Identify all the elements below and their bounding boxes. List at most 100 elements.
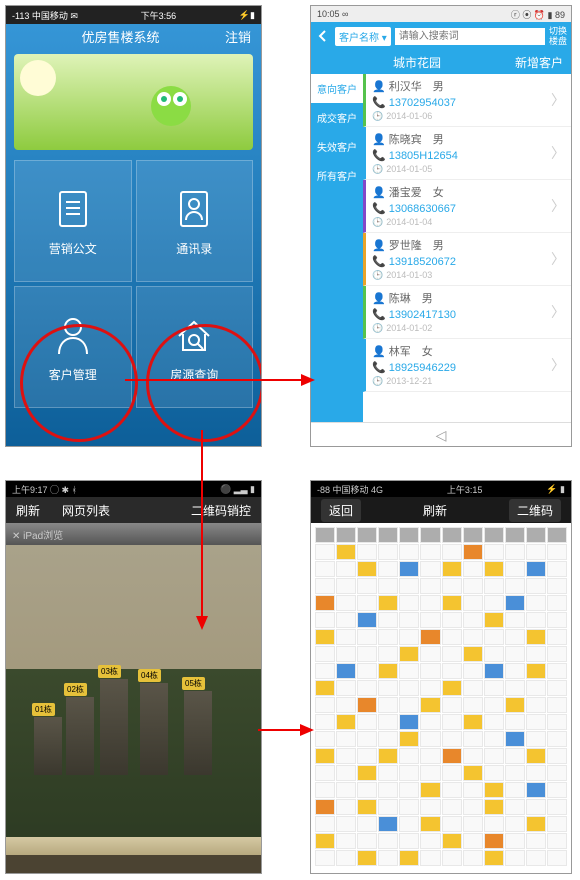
unit-cell[interactable] <box>357 578 377 594</box>
unit-cell[interactable] <box>463 697 483 713</box>
unit-cell[interactable] <box>336 799 356 815</box>
unit-cell[interactable] <box>442 578 462 594</box>
unit-cell[interactable] <box>420 697 440 713</box>
unit-cell[interactable] <box>357 697 377 713</box>
unit-cell[interactable] <box>378 578 398 594</box>
unit-cell[interactable] <box>526 850 546 866</box>
unit-cell[interactable] <box>526 663 546 679</box>
unit-cell[interactable] <box>442 765 462 781</box>
unit-cell[interactable] <box>463 816 483 832</box>
unit-cell[interactable] <box>336 850 356 866</box>
unit-cell[interactable] <box>505 578 525 594</box>
unit-cell[interactable] <box>420 765 440 781</box>
unit-cell[interactable] <box>378 748 398 764</box>
unit-cell[interactable] <box>526 629 546 645</box>
filter-selector[interactable]: 客户名称 ▾ <box>335 27 391 46</box>
unit-cell[interactable] <box>378 833 398 849</box>
unit-cell[interactable] <box>336 612 356 628</box>
unit-cell[interactable] <box>378 595 398 611</box>
unit-cell[interactable] <box>463 833 483 849</box>
unit-cell[interactable] <box>547 646 567 662</box>
tab-invalid[interactable]: 失效客户 <box>311 132 363 161</box>
unit-cell[interactable] <box>357 595 377 611</box>
logout-button[interactable]: 注销 <box>225 27 251 46</box>
unit-cell[interactable] <box>357 714 377 730</box>
unit-cell[interactable] <box>336 782 356 798</box>
unit-cell[interactable] <box>336 578 356 594</box>
unit-cell[interactable] <box>526 782 546 798</box>
unit-cell[interactable] <box>484 697 504 713</box>
unit-cell[interactable] <box>484 731 504 747</box>
unit-cell[interactable] <box>378 561 398 577</box>
unit-cell[interactable] <box>378 714 398 730</box>
unit-cell[interactable] <box>484 714 504 730</box>
weblist-button[interactable]: 网页列表 <box>62 502 110 519</box>
unit-cell[interactable] <box>463 799 483 815</box>
unit-cell[interactable] <box>484 765 504 781</box>
unit-cell[interactable] <box>463 748 483 764</box>
building[interactable]: 02栋 <box>66 697 94 775</box>
unit-cell[interactable] <box>420 527 440 543</box>
unit-cell[interactable] <box>526 561 546 577</box>
ipad-browse-label[interactable]: ✕ iPad浏览 <box>12 527 63 542</box>
unit-cell[interactable] <box>505 850 525 866</box>
unit-cell[interactable] <box>357 816 377 832</box>
unit-cell[interactable] <box>399 612 419 628</box>
tile-property[interactable]: 房源查询 <box>136 286 254 408</box>
unit-cell[interactable] <box>442 697 462 713</box>
unit-cell[interactable] <box>526 680 546 696</box>
unit-cell[interactable] <box>420 850 440 866</box>
unit-cell[interactable] <box>442 527 462 543</box>
unit-cell[interactable] <box>315 544 335 560</box>
unit-cell[interactable] <box>526 612 546 628</box>
unit-cell[interactable] <box>463 595 483 611</box>
unit-cell[interactable] <box>378 765 398 781</box>
unit-cell[interactable] <box>378 612 398 628</box>
back-icon[interactable] <box>315 28 331 44</box>
unit-cell[interactable] <box>505 629 525 645</box>
unit-cell[interactable] <box>526 765 546 781</box>
tile-customers[interactable]: 客户管理 <box>14 286 132 408</box>
unit-cell[interactable] <box>442 850 462 866</box>
unit-cell[interactable] <box>547 697 567 713</box>
tile-contacts[interactable]: 通讯录 <box>136 160 254 282</box>
unit-cell[interactable] <box>526 595 546 611</box>
unit-cell[interactable] <box>420 799 440 815</box>
qr-button[interactable]: 二维码 <box>509 499 561 522</box>
unit-cell[interactable] <box>357 527 377 543</box>
building-scene[interactable]: 01栋02栋03栋04栋05栋 <box>6 545 261 855</box>
unit-cell[interactable] <box>357 663 377 679</box>
search-input[interactable] <box>395 28 545 45</box>
unit-cell[interactable] <box>420 782 440 798</box>
unit-cell[interactable] <box>547 748 567 764</box>
unit-cell[interactable] <box>547 714 567 730</box>
unit-cell[interactable] <box>378 646 398 662</box>
unit-cell[interactable] <box>484 782 504 798</box>
unit-cell[interactable] <box>420 680 440 696</box>
unit-cell[interactable] <box>399 782 419 798</box>
unit-cell[interactable] <box>420 646 440 662</box>
tab-deal[interactable]: 成交客户 <box>311 103 363 132</box>
unit-cell[interactable] <box>357 544 377 560</box>
unit-cell[interactable] <box>547 816 567 832</box>
unit-cell[interactable] <box>442 646 462 662</box>
unit-cell[interactable] <box>547 833 567 849</box>
unit-cell[interactable] <box>505 833 525 849</box>
unit-cell[interactable] <box>378 527 398 543</box>
unit-cell[interactable] <box>399 544 419 560</box>
unit-cell[interactable] <box>357 680 377 696</box>
unit-cell[interactable] <box>420 833 440 849</box>
unit-cell[interactable] <box>399 680 419 696</box>
unit-cell[interactable] <box>526 816 546 832</box>
unit-cell[interactable] <box>547 595 567 611</box>
building[interactable]: 04栋 <box>140 683 168 775</box>
unit-cell[interactable] <box>484 612 504 628</box>
unit-cell[interactable] <box>547 850 567 866</box>
unit-cell[interactable] <box>315 850 335 866</box>
unit-cell[interactable] <box>505 612 525 628</box>
unit-cell[interactable] <box>505 731 525 747</box>
unit-cell[interactable] <box>420 629 440 645</box>
unit-cell[interactable] <box>315 697 335 713</box>
unit-cell[interactable] <box>463 714 483 730</box>
unit-cell[interactable] <box>336 680 356 696</box>
